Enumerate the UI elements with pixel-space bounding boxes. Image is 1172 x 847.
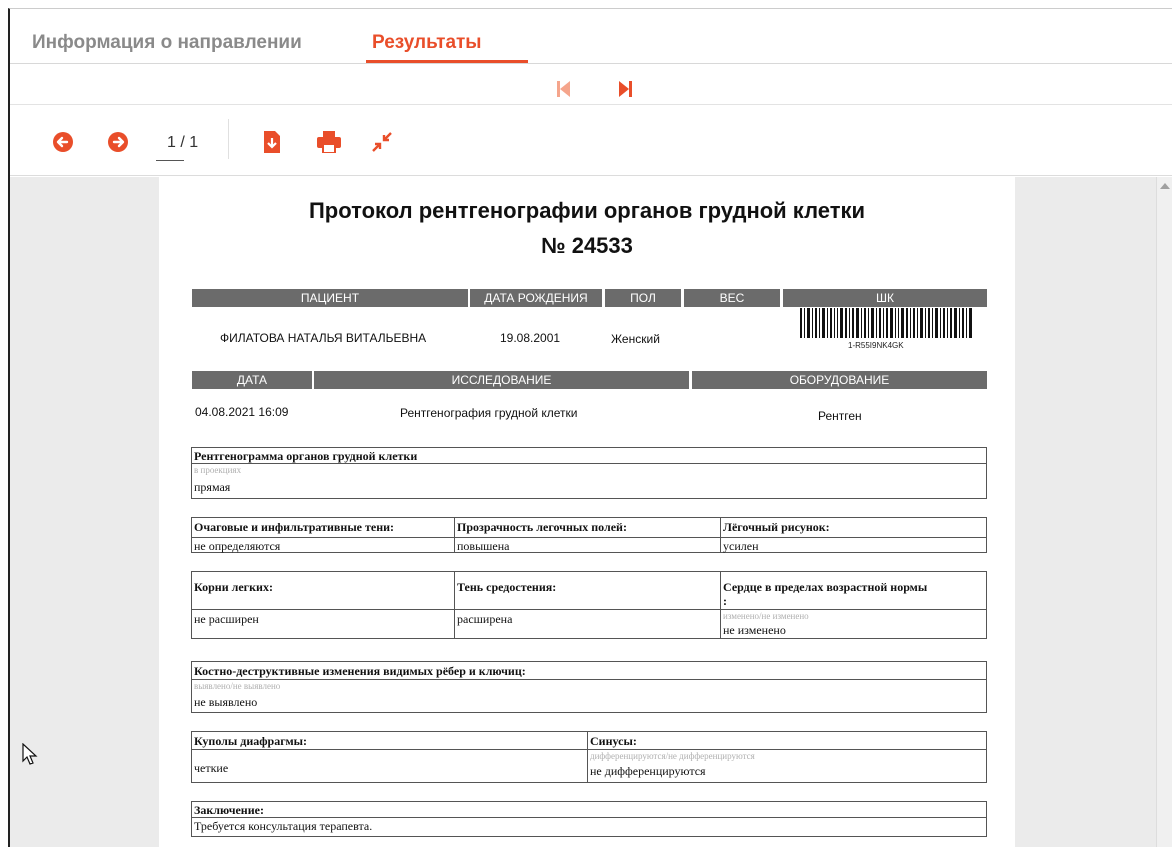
divider xyxy=(191,679,987,680)
pdf-toolbar: 1 / 1 xyxy=(10,104,1172,176)
mediastinum-value: расширена xyxy=(457,612,513,626)
header-weight: ВЕС xyxy=(684,289,780,307)
first-page-icon[interactable] xyxy=(557,80,571,103)
study-name: Рентгенография грудной клетки xyxy=(400,406,578,420)
divider xyxy=(191,609,987,610)
barcode-image xyxy=(800,308,972,338)
heart-label-colon: : xyxy=(723,594,727,608)
header-date: ДАТА xyxy=(192,371,312,389)
mediastinum-label: Тень средостения: xyxy=(457,580,557,594)
tab-bar: Информация о направлении Результаты xyxy=(10,20,1172,64)
divider xyxy=(191,817,987,818)
divider xyxy=(720,571,721,639)
sinuses-hint: дифференцируются/не дифференцируются xyxy=(590,751,755,761)
arrow-right-circle-icon[interactable] xyxy=(107,131,129,153)
scroll-up-arrow-icon[interactable] xyxy=(1160,183,1170,189)
focal-shadows-label: Очаговые и инфильтративные тени: xyxy=(194,520,395,534)
patient-sex: Женский xyxy=(611,332,660,346)
header-equipment: ОБОРУДОВАНИЕ xyxy=(692,371,987,389)
heart-value: не изменено xyxy=(723,623,786,637)
file-download-icon[interactable] xyxy=(262,131,284,153)
sinuses-label: Синусы: xyxy=(590,734,637,748)
lung-transparency-value: повышена xyxy=(457,539,510,553)
conclusion-value: Требуется консультация терапевта. xyxy=(194,819,373,833)
document-page: Протокол рентгенографии органов грудной … xyxy=(159,177,1015,847)
lung-roots-value: не расширен xyxy=(194,612,259,626)
sinuses-value: не дифференцируются xyxy=(590,764,706,778)
page-indicator[interactable]: 1 / 1 xyxy=(167,134,198,152)
study-equipment: Рентген xyxy=(818,409,862,423)
vertical-scrollbar[interactable] xyxy=(1156,177,1172,847)
bones-hint: выявлено/не выявлено xyxy=(194,681,281,691)
divider xyxy=(191,749,987,750)
document-viewer[interactable]: Протокол рентгенографии органов грудной … xyxy=(10,177,1172,847)
lung-pattern-value: усилен xyxy=(723,539,759,553)
divider xyxy=(587,731,588,783)
active-tab-indicator xyxy=(366,60,528,63)
print-icon[interactable] xyxy=(317,131,341,154)
document-number: № 24533 xyxy=(541,233,633,258)
header-study: ИССЛЕДОВАНИЕ xyxy=(314,371,689,389)
header-sex: ПОЛ xyxy=(605,289,681,307)
diaphragm-value: четкие xyxy=(194,761,229,775)
focal-shadows-value: не определяются xyxy=(194,539,281,553)
divider xyxy=(454,571,455,639)
diaphragm-label: Куполы диафрагмы: xyxy=(194,734,308,748)
mouse-cursor-icon xyxy=(22,742,38,770)
page-indicator-underline xyxy=(156,160,184,161)
divider xyxy=(191,537,987,538)
arrow-left-circle-icon[interactable] xyxy=(52,131,74,153)
header-birth-date: ДАТА РОЖДЕНИЯ xyxy=(470,289,602,307)
lung-pattern-label: Лёгочный рисунок: xyxy=(723,520,830,534)
xray-hint: в проекциях xyxy=(194,465,242,475)
tab-results[interactable]: Результаты xyxy=(372,32,482,54)
xray-title: Рентгенограмма органов грудной клетки xyxy=(194,449,418,463)
toolbar-divider xyxy=(228,119,229,159)
header-patient: ПАЦИЕНТ xyxy=(192,289,468,307)
bones-title: Костно-деструктивные изменения видимых р… xyxy=(194,664,526,678)
study-date: 04.08.2021 16:09 xyxy=(195,405,289,419)
last-page-icon[interactable] xyxy=(619,80,633,103)
xray-value: прямая xyxy=(194,480,231,494)
lung-roots-label: Корни легких: xyxy=(194,580,273,594)
heart-hint: изменено/не изменено xyxy=(723,611,809,621)
patient-name: ФИЛАТОВА НАТАЛЬЯ ВИТАЛЬЕВНА xyxy=(220,331,427,345)
patient-birth-date: 19.08.2001 xyxy=(500,331,561,345)
divider xyxy=(454,517,455,553)
collapse-arrows-icon[interactable] xyxy=(371,131,393,153)
conclusion-title: Заключение: xyxy=(194,803,264,817)
document-title: Протокол рентгенографии органов грудной … xyxy=(308,198,866,223)
bones-value: не выявлено xyxy=(194,695,258,709)
diaphragm-sinuses-section xyxy=(191,731,987,783)
barcode-text: 1-R55I9NK4GK xyxy=(848,341,904,350)
tab-referral-info[interactable]: Информация о направлении xyxy=(32,32,302,54)
header-barcode: ШК xyxy=(783,289,987,307)
lung-transparency-label: Прозрачность легочных полей: xyxy=(457,520,627,534)
heart-label: Сердце в пределах возрастной нормы xyxy=(723,580,928,594)
divider xyxy=(720,517,721,553)
